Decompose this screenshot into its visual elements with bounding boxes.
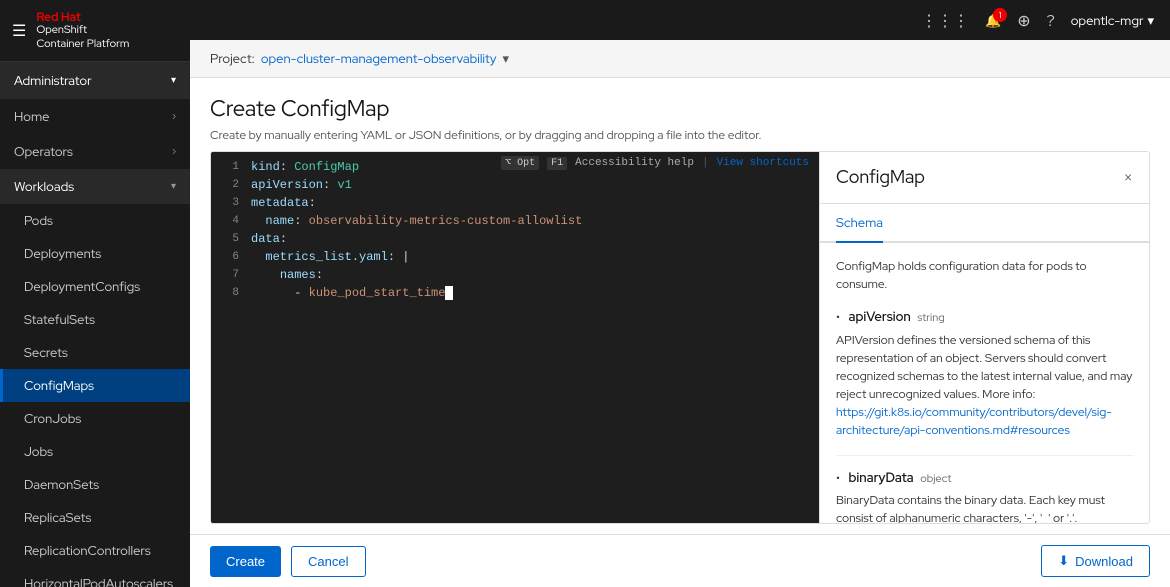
schema-item-type-binarydata: object — [920, 472, 951, 486]
schema-link-apiversion[interactable]: https://git.k8s.io/community/contributor… — [836, 404, 1112, 438]
code-line-4: 4 name: observability-metrics-custom-all… — [211, 214, 819, 232]
editor-container: ⌥ Opt F1 Accessibility help | View short… — [210, 151, 1150, 524]
hamburger-icon[interactable]: ☰ — [12, 20, 26, 41]
user-menu[interactable]: opentlc-mgr ▾ — [1071, 12, 1154, 29]
brand-red-hat: Red Hat — [36, 10, 129, 24]
project-label: Project: — [210, 50, 255, 67]
side-panel-header: ConfigMap × — [820, 152, 1149, 204]
code-line-2: 2 apiVersion: v1 — [211, 178, 819, 196]
sidebar-item-cronjobs[interactable]: CronJobs — [0, 402, 190, 435]
project-bar: Project: open-cluster-management-observa… — [190, 40, 1170, 78]
sidebar-item-secrets[interactable]: Secrets — [0, 336, 190, 369]
side-panel: ConfigMap × Schema ConfigMap holds confi… — [819, 152, 1149, 523]
code-line-8: 8 - kube_pod_start_time — [211, 286, 819, 304]
side-panel-content: ConfigMap holds configuration data for p… — [820, 243, 1149, 523]
schema-item-desc-binarydata: BinaryData contains the binary data. Eac… — [836, 491, 1133, 523]
side-panel-tabs: Schema — [820, 204, 1149, 243]
page-title: Create ConfigMap — [210, 94, 1150, 123]
code-line-6: 6 metrics_list.yaml: | — [211, 250, 819, 268]
cancel-button[interactable]: Cancel — [291, 546, 365, 577]
code-line-5: 5 data: — [211, 232, 819, 250]
schema-item-apiversion: • apiVersion string APIVersion defines t… — [836, 307, 1133, 439]
sidebar-item-operators-label: Operators — [14, 143, 73, 160]
brand-openshift: OpenShift — [36, 24, 129, 37]
sidebar-item-replicasets[interactable]: ReplicaSets — [0, 501, 190, 534]
role-label: Administrator — [14, 72, 92, 89]
code-line-7: 7 names: — [211, 268, 819, 286]
schema-intro: ConfigMap holds configuration data for p… — [836, 257, 1133, 293]
top-nav: ⋮⋮⋮ 🔔 1 ⊕ ? opentlc-mgr ▾ — [190, 0, 1170, 40]
sidebar-header: ☰ Red Hat OpenShift Container Platform — [0, 0, 190, 62]
side-panel-title: ConfigMap — [836, 166, 925, 189]
sidebar-item-daemonsets[interactable]: DaemonSets — [0, 468, 190, 501]
code-editor[interactable]: ⌥ Opt F1 Accessibility help | View short… — [211, 152, 819, 523]
chevron-right-icon: › — [172, 110, 176, 123]
sidebar-item-workloads-label: Workloads — [14, 178, 74, 195]
apps-grid-icon[interactable]: ⋮⋮⋮ — [921, 10, 969, 31]
sidebar-item-replicationcontrollers[interactable]: ReplicationControllers — [0, 534, 190, 567]
sidebar: ☰ Red Hat OpenShift Container Platform A… — [0, 0, 190, 587]
chevron-down-icon: ▾ — [171, 180, 176, 193]
help-icon[interactable]: ? — [1047, 10, 1055, 31]
download-icon: ⬇ — [1058, 553, 1069, 569]
sidebar-item-home[interactable]: Home › — [0, 99, 190, 134]
close-button[interactable]: × — [1123, 167, 1133, 188]
project-dropdown-arrow[interactable]: ▾ — [503, 50, 510, 67]
user-name: opentlc-mgr — [1071, 12, 1144, 29]
shortcut-opt: ⌥ Opt — [501, 156, 539, 170]
page-subtitle: Create by manually entering YAML or JSON… — [210, 127, 1150, 143]
download-label: Download — [1075, 554, 1133, 569]
sidebar-item-pods[interactable]: Pods — [0, 204, 190, 237]
sidebar-item-workloads[interactable]: Workloads ▾ — [0, 169, 190, 204]
schema-item-type-apiversion: string — [917, 311, 944, 325]
notification-bell[interactable]: 🔔 1 — [985, 12, 1001, 29]
sidebar-item-statefulsets[interactable]: StatefulSets — [0, 303, 190, 336]
notification-badge: 1 — [993, 8, 1007, 22]
brand-logo: Red Hat OpenShift Container Platform — [36, 10, 129, 51]
plus-circle-icon[interactable]: ⊕ — [1017, 10, 1030, 31]
schema-item-binarydata: • binaryData object BinaryData contains … — [836, 468, 1133, 524]
code-line-3: 3 metadata: — [211, 196, 819, 214]
brand-platform: Container Platform — [36, 38, 129, 51]
schema-divider-1 — [836, 455, 1133, 456]
chevron-down-icon: ▾ — [171, 74, 176, 87]
toolbar-separator: | — [702, 157, 709, 169]
page-header: Create ConfigMap Create by manually ente… — [190, 78, 1170, 151]
sidebar-item-configmaps[interactable]: ConfigMaps — [0, 369, 190, 402]
schema-item-name-apiversion: apiVersion — [849, 308, 911, 325]
shortcut-f1: F1 — [547, 157, 567, 170]
accessibility-help-link[interactable]: Accessibility help — [575, 157, 694, 169]
download-button[interactable]: ⬇ Download — [1041, 545, 1150, 577]
create-button[interactable]: Create — [210, 546, 281, 577]
sidebar-item-deployments[interactable]: Deployments — [0, 237, 190, 270]
sidebar-item-jobs[interactable]: Jobs — [0, 435, 190, 468]
sidebar-item-deploymentconfigs[interactable]: DeploymentConfigs — [0, 270, 190, 303]
schema-item-desc-apiversion: APIVersion defines the versioned schema … — [836, 331, 1133, 439]
schema-item-name-binarydata: binaryData — [849, 469, 914, 486]
editor-toolbar: ⌥ Opt F1 Accessibility help | View short… — [501, 156, 809, 170]
action-bar: Create Cancel ⬇ Download — [190, 534, 1170, 587]
sidebar-item-operators[interactable]: Operators › — [0, 134, 190, 169]
role-selector[interactable]: Administrator ▾ — [0, 62, 190, 99]
project-name[interactable]: open-cluster-management-observability — [261, 50, 497, 67]
main-content: ⋮⋮⋮ 🔔 1 ⊕ ? opentlc-mgr ▾ Project: open-… — [190, 0, 1170, 587]
action-left: Create Cancel — [210, 546, 366, 577]
sidebar-item-horizontalpodautoscalers[interactable]: HorizontalPodAutoscalers — [0, 567, 190, 587]
tab-schema[interactable]: Schema — [836, 204, 883, 243]
sidebar-item-home-label: Home — [14, 108, 50, 125]
view-shortcuts-link[interactable]: View shortcuts — [717, 157, 809, 169]
user-menu-chevron: ▾ — [1147, 12, 1154, 29]
chevron-right-icon: › — [172, 145, 176, 158]
page-body: Project: open-cluster-management-observa… — [190, 40, 1170, 587]
